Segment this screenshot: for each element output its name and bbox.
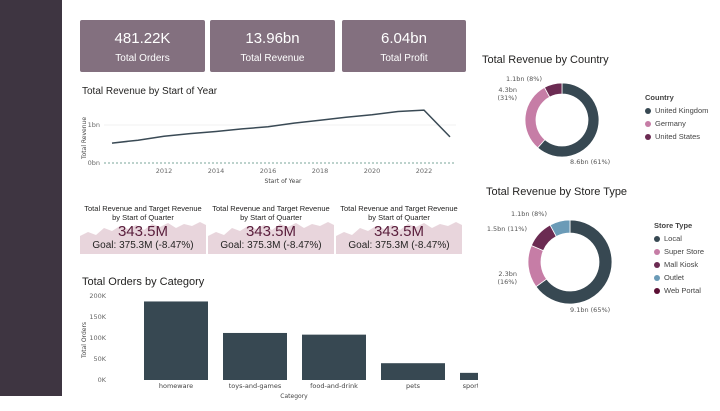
card-total-profit: 6.04bn Total Profit xyxy=(342,20,466,72)
target-card-goal: Goal: 375.3M (-8.47%) xyxy=(348,240,450,251)
legend-item[interactable]: Local xyxy=(654,232,704,245)
bar-chart-title: Total Orders by Category xyxy=(82,276,205,288)
legend-marker xyxy=(645,134,651,141)
target-card-value: 343.5M xyxy=(117,223,169,240)
legend-item[interactable]: Outlet xyxy=(654,271,704,284)
legend-label: United Kingdom xyxy=(655,106,709,115)
y-tick-label: 0K xyxy=(98,376,107,384)
card-total-revenue: 13.96bn Total Revenue xyxy=(210,20,335,72)
bar xyxy=(144,301,208,380)
x-tick-label: 2014 xyxy=(208,167,225,175)
target-card-title: Total Revenue and Target Revenue by Star… xyxy=(340,204,458,222)
country-legend: Country United Kingdom Germany United Stat… xyxy=(645,93,708,143)
slice-label: 9.1bn (65%) xyxy=(570,306,610,314)
card-label: Total Profit xyxy=(380,53,428,64)
line-chart-title: Total Revenue by Start of Year xyxy=(82,86,218,97)
legend-marker xyxy=(645,108,651,115)
legend-item[interactable]: United Kingdom xyxy=(645,104,708,117)
legend-item[interactable]: Germany xyxy=(645,117,708,130)
sidebar xyxy=(0,0,62,396)
legend-label: Germany xyxy=(655,119,686,128)
bar xyxy=(302,334,366,380)
target-card-goal: Goal: 375.3M (-8.47%) xyxy=(220,240,322,251)
x-tick-label: pets xyxy=(406,382,421,390)
y-tick-label: 0bn xyxy=(88,159,100,167)
x-tick-label: 2016 xyxy=(260,167,277,175)
legend-label: Super Store xyxy=(664,247,705,256)
slice-label: 2.3bn (16%) xyxy=(497,270,517,286)
x-tick-label: 2022 xyxy=(416,167,433,175)
card-label: Total Orders xyxy=(115,53,170,64)
legend-marker xyxy=(654,236,660,243)
legend-item[interactable]: Super Store xyxy=(654,245,704,258)
card-total-orders: 481.22K Total Orders xyxy=(80,20,205,72)
legend-title: Country xyxy=(645,93,674,102)
x-tick-label: homeware xyxy=(159,382,193,390)
legend-item[interactable]: Mall Kiosk xyxy=(654,258,704,271)
target-card-3: Total Revenue and Target Revenue by Star… xyxy=(336,200,462,254)
bar-chart-ylabel: Total Orders xyxy=(81,322,88,359)
slice-label: 1.1bn (8%) xyxy=(506,75,542,83)
x-tick-label: sports-and-leisure xyxy=(463,382,478,390)
country-chart-title: Total Revenue by Country xyxy=(482,54,609,66)
legend-marker xyxy=(654,249,660,256)
line-chart-xlabel: Start of Year xyxy=(265,178,302,185)
bar xyxy=(223,332,287,380)
legend-marker xyxy=(654,275,660,282)
x-tick-label: food-and-drink xyxy=(310,382,358,390)
bar xyxy=(460,372,478,380)
card-value: 6.04bn xyxy=(381,30,427,47)
legend-marker xyxy=(645,121,651,128)
legend-label: Web Portal xyxy=(664,286,701,295)
y-tick-label: 50K xyxy=(93,355,106,363)
legend-label: Local xyxy=(664,234,682,243)
target-card-2: Total Revenue and Target Revenue by Star… xyxy=(208,200,334,254)
y-tick-label: 200K xyxy=(89,292,106,300)
legend-marker xyxy=(654,288,660,295)
x-tick-label: 2020 xyxy=(364,167,381,175)
target-card-title: Total Revenue and Target Revenue by Star… xyxy=(84,204,202,222)
y-tick-label: 1bn xyxy=(88,121,100,129)
x-tick-label: 2012 xyxy=(156,167,173,175)
legend-item[interactable]: United States xyxy=(645,130,708,143)
store-legend: Store Type Local Super Store Mall Kiosk Out… xyxy=(654,221,704,297)
target-card-goal: Goal: 375.3M (-8.47%) xyxy=(92,240,194,251)
legend-marker xyxy=(654,262,660,269)
legend-item[interactable]: Web Portal xyxy=(654,284,704,297)
slice-label: 1.1bn (8%) xyxy=(511,210,547,218)
line-chart: Total Revenue 1bn 0bn 2012 2014 2016 2018 20… xyxy=(81,109,456,185)
bar xyxy=(381,363,445,380)
slice-label: 8.6bn (61%) xyxy=(570,158,610,166)
slice-label: 1.5bn (11%) xyxy=(487,225,527,233)
target-card-value: 343.5M xyxy=(373,223,425,240)
y-tick-label: 100K xyxy=(89,334,106,342)
store-donut: 9.1bn (65%) 2.3bn (16%) 1.5bn (11%) 1.1bn (8… xyxy=(487,210,613,314)
legend-label: Mall Kiosk xyxy=(664,260,699,269)
store-chart-title: Total Revenue by Store Type xyxy=(486,186,628,198)
card-value: 481.22K xyxy=(114,30,171,47)
target-card-title: Total Revenue and Target Revenue by Star… xyxy=(212,204,330,222)
bar-chart: Total Orders 0K 50K 100K 150K 200K homeware t… xyxy=(81,292,478,400)
donut-slice xyxy=(524,86,551,149)
legend-label: United States xyxy=(655,132,701,141)
country-donut: 8.6bn (61%) 4.3bn (31%) 1.1bn (8%) xyxy=(497,75,610,166)
x-tick-label: 2018 xyxy=(312,167,329,175)
y-tick-label: 150K xyxy=(89,313,106,321)
legend-label: Outlet xyxy=(664,273,685,282)
donut-slice xyxy=(527,244,548,288)
target-card-value: 343.5M xyxy=(245,223,297,240)
x-tick-label: toys-and-games xyxy=(229,382,282,390)
series-line xyxy=(111,109,451,144)
slice-label: 4.3bn (31%) xyxy=(497,86,517,102)
bar-chart-xlabel: Category xyxy=(280,393,308,400)
legend-title: Store Type xyxy=(654,221,693,230)
card-value: 13.96bn xyxy=(245,30,300,47)
target-card-1: Total Revenue and Target Revenue by Star… xyxy=(80,200,206,254)
card-label: Total Revenue xyxy=(240,53,305,64)
